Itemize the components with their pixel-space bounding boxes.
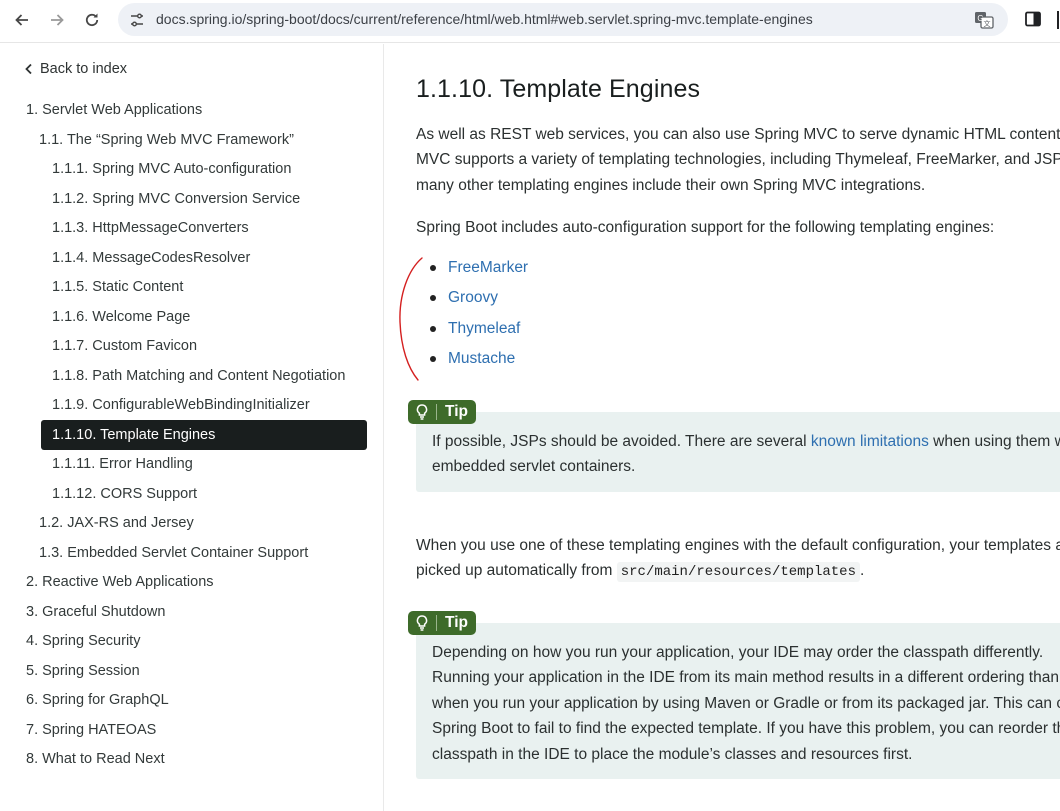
address-bar[interactable]: docs.spring.io/spring-boot/docs/current/… (118, 3, 1008, 36)
svg-text:文: 文 (984, 19, 991, 28)
toc-item-http-message-converters[interactable]: 1.1.3. HttpMessageConverters (52, 218, 249, 238)
tip2-line-3: when you run your application by using M… (432, 695, 1060, 712)
browser-toolbar: docs.spring.io/spring-boot/docs/current/… (0, 0, 1060, 43)
tip2-line-2: Running your application in the IDE from… (432, 669, 1059, 686)
menu-icon[interactable] (1053, 9, 1060, 31)
toc-item-graceful-shutdown[interactable]: 3. Graceful Shutdown (26, 602, 165, 622)
back-arrow-icon[interactable] (8, 6, 36, 34)
toc-item-jax-rs-jersey[interactable]: 1.2. JAX-RS and Jersey (39, 513, 194, 533)
tip-admonition-jsp: Tip If possible, JSPs should be avoided.… (408, 400, 1060, 492)
chevron-left-icon (25, 63, 32, 75)
toc-item-welcome-page[interactable]: 1.1.6. Welcome Page (52, 307, 190, 327)
intro-line-1: As well as REST web services, you can al… (416, 126, 1060, 143)
toc-sidebar: Back to index 1. Servlet Web Application… (0, 44, 384, 811)
tip-label: Tip (445, 614, 468, 631)
tip-label: Tip (445, 403, 468, 420)
site-info-icon[interactable] (128, 11, 146, 29)
templates-path-code: src/main/resources/templates (616, 562, 860, 582)
bullet-icon (430, 295, 436, 302)
toc-item-spring-web-mvc-framework[interactable]: 1.1. The “Spring Web MVC Framework” (39, 130, 294, 150)
toc-item-cors-support[interactable]: 1.1.12. CORS Support (52, 484, 197, 504)
tip-badge: Tip (408, 400, 476, 424)
lightbulb-icon (416, 615, 428, 631)
bullet-icon (430, 265, 436, 271)
tip2-line-4: Spring Boot to fail to find the expected… (432, 720, 1060, 737)
bullet-icon (430, 355, 436, 362)
page-title: 1.1.10. Template Engines (416, 75, 701, 103)
url-text[interactable]: docs.spring.io/spring-boot/docs/current/… (156, 11, 813, 27)
default-config-line-1: When you use one of these templating eng… (416, 537, 1060, 554)
reload-icon[interactable] (78, 6, 106, 34)
toc-item-reactive-web[interactable]: 2. Reactive Web Applications (26, 572, 214, 592)
default-config-line-2: picked up automatically from src/main/re… (416, 562, 865, 582)
toc-item-static-content[interactable]: 1.1.5. Static Content (52, 277, 183, 297)
tip-badge: Tip (408, 611, 476, 635)
tip2-line-5: classpath in the IDE to place the module… (432, 746, 913, 763)
toc-item-what-to-read-next[interactable]: 8. What to Read Next (26, 749, 165, 769)
toc-item-auto-configuration[interactable]: 1.1.1. Spring MVC Auto-configuration (52, 159, 291, 179)
red-annotation-mark (399, 257, 423, 381)
bullet-icon (430, 325, 436, 332)
back-to-index-label: Back to index (40, 61, 128, 77)
toc-item-spring-hateoas[interactable]: 7. Spring HATEOAS (26, 720, 156, 740)
toc-item-error-handling[interactable]: 1.1.11. Error Handling (52, 454, 193, 474)
groovy-link[interactable]: Groovy (448, 288, 498, 308)
toc-item-custom-favicon[interactable]: 1.1.7. Custom Favicon (52, 336, 197, 356)
toc-item-conversion-service[interactable]: 1.1.2. Spring MVC Conversion Service (52, 189, 300, 209)
toc-item-web-binding-initializer[interactable]: 1.1.9. ConfigurableWebBindingInitializer (52, 395, 310, 415)
toc-item-template-engines-active[interactable]: 1.1.10. Template Engines (41, 420, 367, 450)
tip-admonition-classpath: Tip Depending on how you run your applic… (408, 611, 1060, 779)
translate-icon[interactable]: G文 (974, 10, 994, 30)
forward-arrow-icon[interactable] (43, 6, 71, 34)
lightbulb-icon (416, 404, 428, 420)
toc-item-path-matching[interactable]: 1.1.8. Path Matching and Content Negotia… (52, 366, 345, 386)
tip-text-line-1: If possible, JSPs should be avoided. The… (432, 433, 1060, 450)
main-content: 1.1.10. Template Engines As well as REST… (385, 44, 1060, 811)
toc-item-servlet-web-applications[interactable]: 1. Servlet Web Applications (26, 100, 202, 120)
thymeleaf-link[interactable]: Thymeleaf (448, 319, 520, 339)
toc-item-embedded-servlet-container[interactable]: 1.3. Embedded Servlet Container Support (39, 543, 308, 563)
tip2-line-1: Depending on how you run your applicatio… (432, 644, 1044, 661)
side-panel-icon[interactable] (1024, 10, 1044, 30)
intro-line-2: MVC supports a variety of templating tec… (416, 151, 1060, 168)
support-paragraph: Spring Boot includes auto-configuration … (416, 219, 995, 236)
back-to-index-link[interactable]: Back to index (24, 61, 127, 77)
intro-line-3: many other templating engines include th… (416, 177, 926, 194)
toc-item-spring-graphql[interactable]: 6. Spring for GraphQL (26, 690, 169, 710)
toc-item-spring-security[interactable]: 4. Spring Security (26, 631, 140, 651)
toc-item-spring-session[interactable]: 5. Spring Session (26, 661, 140, 681)
mustache-link[interactable]: Mustache (448, 349, 515, 369)
tip-text-line-2: embedded servlet containers. (432, 458, 636, 475)
known-limitations-link[interactable]: known limitations (811, 433, 929, 450)
freemarker-link[interactable]: FreeMarker (448, 258, 528, 278)
toc-item-message-codes-resolver[interactable]: 1.1.4. MessageCodesResolver (52, 248, 250, 268)
